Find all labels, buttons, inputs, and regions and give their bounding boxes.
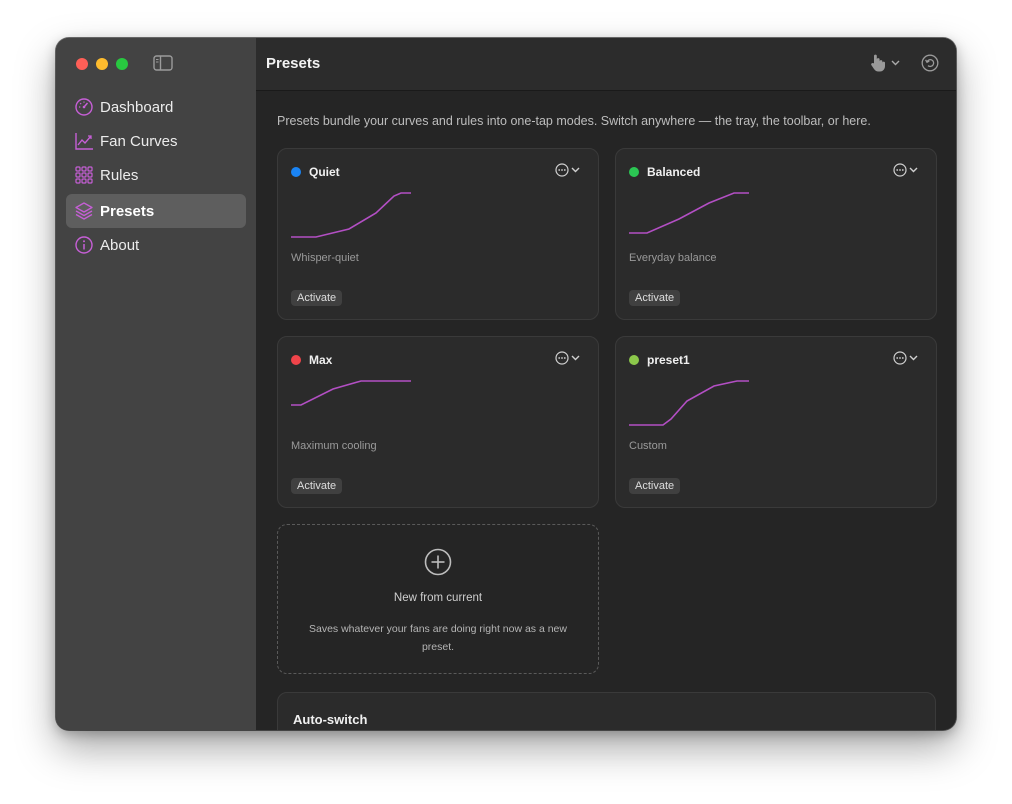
preset-name: Balanced [647, 165, 701, 179]
preset-description: Maximum cooling [291, 440, 377, 452]
new-preset-title: New from current [393, 592, 483, 604]
preset-card: Quiet Whisper-quiet Activate [277, 148, 599, 320]
zoom-window-button[interactable] [116, 58, 128, 70]
preset-more-menu[interactable] [555, 351, 580, 365]
content-area: Presets bundle your curves and rules int… [256, 92, 956, 730]
new-preset-button[interactable]: New from current Saves whatever your fan… [277, 524, 599, 674]
new-preset-description: Saves whatever your fans are doing right… [309, 623, 567, 653]
sidebar-item-label: Fan Curves [100, 132, 178, 150]
sidebar-item-about[interactable]: About [66, 228, 246, 262]
ellipsis-circle-icon [893, 351, 907, 365]
sidebar-item-label: About [100, 236, 140, 254]
fan-curve-preview [291, 380, 411, 406]
info-icon [74, 235, 94, 255]
window-controls [76, 58, 128, 70]
layers-icon [74, 201, 94, 221]
preset-card: Max Maximum cooling Activate [277, 336, 599, 508]
sidebar-item-dashboard[interactable]: Dashboard [66, 90, 246, 124]
sidebar-item-label: Dashboard [100, 98, 174, 116]
ellipsis-circle-icon [555, 351, 569, 365]
sidebar-nav: Dashboard Fan Curves Rules Presets About [66, 90, 246, 262]
page-title: Presets [266, 55, 321, 72]
activate-button[interactable]: Activate [291, 290, 343, 306]
chevron-down-icon [909, 355, 918, 361]
preset-name: preset1 [647, 353, 690, 367]
preset-description: Whisper-quiet [291, 252, 359, 264]
fan-curve-preview [629, 192, 749, 234]
chevron-down-icon [909, 167, 918, 173]
plus-circle-icon [424, 548, 452, 576]
ellipsis-circle-icon [893, 163, 907, 177]
preset-name: Max [309, 353, 333, 367]
sidebar-item-label: Rules [100, 166, 139, 184]
preset-card: preset1 Custom Activate [615, 336, 937, 508]
ellipsis-circle-icon [555, 163, 569, 177]
sidebar-item-presets[interactable]: Presets [66, 194, 246, 228]
chart-line-icon [74, 131, 94, 151]
revert-circle-icon [921, 54, 939, 72]
auto-switch-title: Auto-switch [293, 712, 368, 727]
preset-more-menu[interactable] [893, 351, 918, 365]
activate-button[interactable]: Activate [629, 478, 681, 494]
preset-card: Balanced Everyday balance Activate [615, 148, 937, 320]
preset-more-menu[interactable] [893, 163, 918, 177]
close-window-button[interactable] [76, 58, 88, 70]
activate-button[interactable]: Activate [629, 290, 681, 306]
chevron-down-icon [891, 60, 900, 66]
preset-color-dot [629, 167, 639, 177]
fan-curve-preview [629, 380, 749, 426]
minimize-window-button[interactable] [96, 58, 108, 70]
sidebar-item-fan-curves[interactable]: Fan Curves [66, 124, 246, 158]
app-window: Dashboard Fan Curves Rules Presets About… [56, 38, 956, 730]
sidebar-item-label: Presets [100, 202, 155, 220]
hand-menu-button[interactable] [869, 53, 900, 73]
dashboard-gauge-icon [74, 97, 94, 117]
sidebar-item-rules[interactable]: Rules [66, 158, 246, 192]
intro-text: Presets bundle your curves and rules int… [277, 114, 871, 128]
preset-description: Everyday balance [629, 252, 717, 264]
preset-color-dot [291, 167, 301, 177]
hand-pointer-icon [871, 54, 885, 72]
main-area: Presets Presets bundle your curves and r… [256, 38, 956, 730]
preset-more-menu[interactable] [555, 163, 580, 177]
auto-switch-section: Auto-switch [277, 692, 936, 730]
fan-curve-preview [291, 192, 411, 238]
preset-color-dot [291, 355, 301, 365]
sidebar-toggle-icon[interactable] [153, 55, 173, 71]
sidebar: Dashboard Fan Curves Rules Presets About [56, 38, 256, 730]
preset-description: Custom [629, 440, 667, 452]
revert-button[interactable] [921, 54, 939, 77]
preset-name: Quiet [309, 165, 340, 179]
preset-color-dot [629, 355, 639, 365]
chevron-down-icon [571, 355, 580, 361]
chevron-down-icon [571, 167, 580, 173]
grid-icon [74, 165, 94, 185]
toolbar: Presets [256, 38, 956, 91]
activate-button[interactable]: Activate [291, 478, 343, 494]
